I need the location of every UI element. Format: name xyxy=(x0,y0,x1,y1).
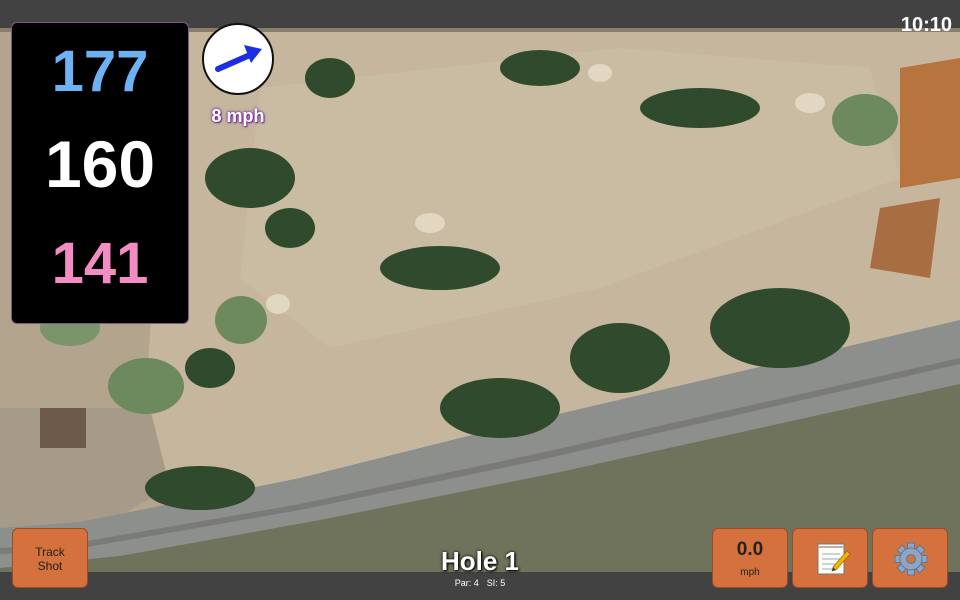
notes-button[interactable] xyxy=(792,528,868,588)
clock: 10:10 xyxy=(900,14,952,36)
hole-par: Par: 4 xyxy=(454,578,479,588)
wind-speed-label: 8 mph xyxy=(211,106,265,126)
wind-arrow-icon xyxy=(215,45,262,72)
track-shot-label-line2: Shot xyxy=(37,559,63,573)
hole-title: Hole 1 xyxy=(440,546,520,576)
speed-value: 0.0 xyxy=(736,539,764,560)
back-yardage: 177 xyxy=(51,39,149,104)
speed-button[interactable]: 0.0 mph xyxy=(712,528,788,588)
middle-yardage: 160 xyxy=(44,127,156,201)
speed-unit: mph xyxy=(740,567,760,578)
hole-details: Par: 4 SI: 5 xyxy=(380,578,580,588)
track-shot-button[interactable]: Track Shot xyxy=(12,528,88,588)
wind-indicator xyxy=(202,23,274,95)
gear-icon xyxy=(894,542,928,576)
notepad-icon xyxy=(817,543,851,575)
yardage-panel: 177 160 141 xyxy=(11,22,189,324)
hole-stroke-index: SI: 5 xyxy=(486,578,506,588)
settings-button[interactable] xyxy=(872,528,948,588)
track-shot-label-line1: Track xyxy=(35,545,65,559)
front-yardage: 141 xyxy=(51,231,149,296)
